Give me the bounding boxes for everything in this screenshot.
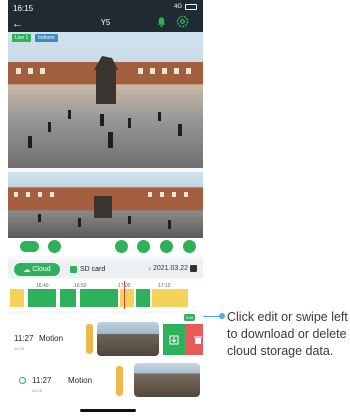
recording-type: Motion xyxy=(39,334,64,343)
timeline-segment xyxy=(136,289,150,307)
recording-type: Motion xyxy=(68,376,93,385)
gear-icon[interactable] xyxy=(176,15,189,28)
recording-time: 11:27 xyxy=(14,334,34,343)
live-video-feed[interactable] xyxy=(8,32,203,168)
recording-timeline[interactable]: 16:40 16:50 17:00 17:10 xyxy=(8,279,203,311)
timeline-segment xyxy=(10,289,24,307)
instruction-caption: Click edit or swipe left to download or … xyxy=(227,310,348,358)
tab-cloud-label: Cloud xyxy=(32,266,51,273)
timeline-segment xyxy=(152,289,188,307)
battery-icon[interactable] xyxy=(20,241,39,252)
recording-subtime: 06:28 xyxy=(14,346,25,351)
edit-button[interactable]: Edit xyxy=(184,314,195,321)
signal-label: 4G xyxy=(173,4,182,10)
plaza-scene xyxy=(8,56,203,148)
status-icons: 4G xyxy=(174,4,197,10)
camera-title: Y5 xyxy=(100,18,111,27)
control-row xyxy=(8,238,203,256)
status-time: 16:15 xyxy=(13,4,34,13)
timeline-segment xyxy=(80,289,118,307)
delete-button[interactable] xyxy=(185,324,203,355)
plaza-scene-wide xyxy=(8,188,203,229)
timeline-cursor[interactable] xyxy=(124,281,125,309)
recording-thumbnail[interactable] xyxy=(97,322,159,356)
shortcut-icon[interactable] xyxy=(160,240,173,253)
bell-icon[interactable] xyxy=(156,16,167,28)
tab-cloud[interactable]: ☁ Cloud xyxy=(14,263,60,276)
live-badge: Live 1 xyxy=(12,34,32,42)
tab-sd-label: SD card xyxy=(80,266,106,273)
phone-screen: 16:15 4G ← Y5 Live 1 Indoors ☁ Cloud SD … xyxy=(8,0,203,420)
shortcut-icon[interactable] xyxy=(115,240,128,253)
storage-tabs: ☁ Cloud SD card › 2021.03.22 xyxy=(8,260,203,278)
chevron-down-icon[interactable] xyxy=(183,240,196,253)
cloud-icon: ☁ xyxy=(23,266,31,274)
date-selector[interactable]: › 2021.03.22 xyxy=(148,264,197,273)
sd-card-icon xyxy=(70,266,77,273)
tab-sd-card[interactable]: SD card xyxy=(70,263,105,276)
timeline-segment xyxy=(120,289,134,307)
download-button[interactable] xyxy=(163,324,185,355)
shortcut-icon[interactable] xyxy=(137,240,150,253)
secondary-video-feed[interactable] xyxy=(8,172,203,238)
chevron-right-icon: › xyxy=(148,264,151,273)
callout-dot xyxy=(219,313,225,319)
home-indicator xyxy=(80,409,136,412)
battery-icon xyxy=(185,4,197,10)
play-icon[interactable] xyxy=(86,324,93,354)
trash-icon xyxy=(194,336,202,344)
timeline-segment xyxy=(60,289,76,307)
download-icon xyxy=(169,335,179,344)
date-label: 2021.03.22 xyxy=(152,265,188,272)
play-icon[interactable] xyxy=(116,366,123,396)
recording-thumbnail[interactable] xyxy=(134,363,200,397)
selection-ring-icon[interactable] xyxy=(19,377,26,384)
calendar-icon xyxy=(190,265,197,272)
recording-subtime: 06:28 xyxy=(32,388,43,393)
timeline-segment xyxy=(28,289,56,307)
wifi-icon[interactable] xyxy=(48,240,61,253)
location-badge: Indoors xyxy=(35,34,58,42)
recording-time: 11:27 xyxy=(32,376,52,385)
